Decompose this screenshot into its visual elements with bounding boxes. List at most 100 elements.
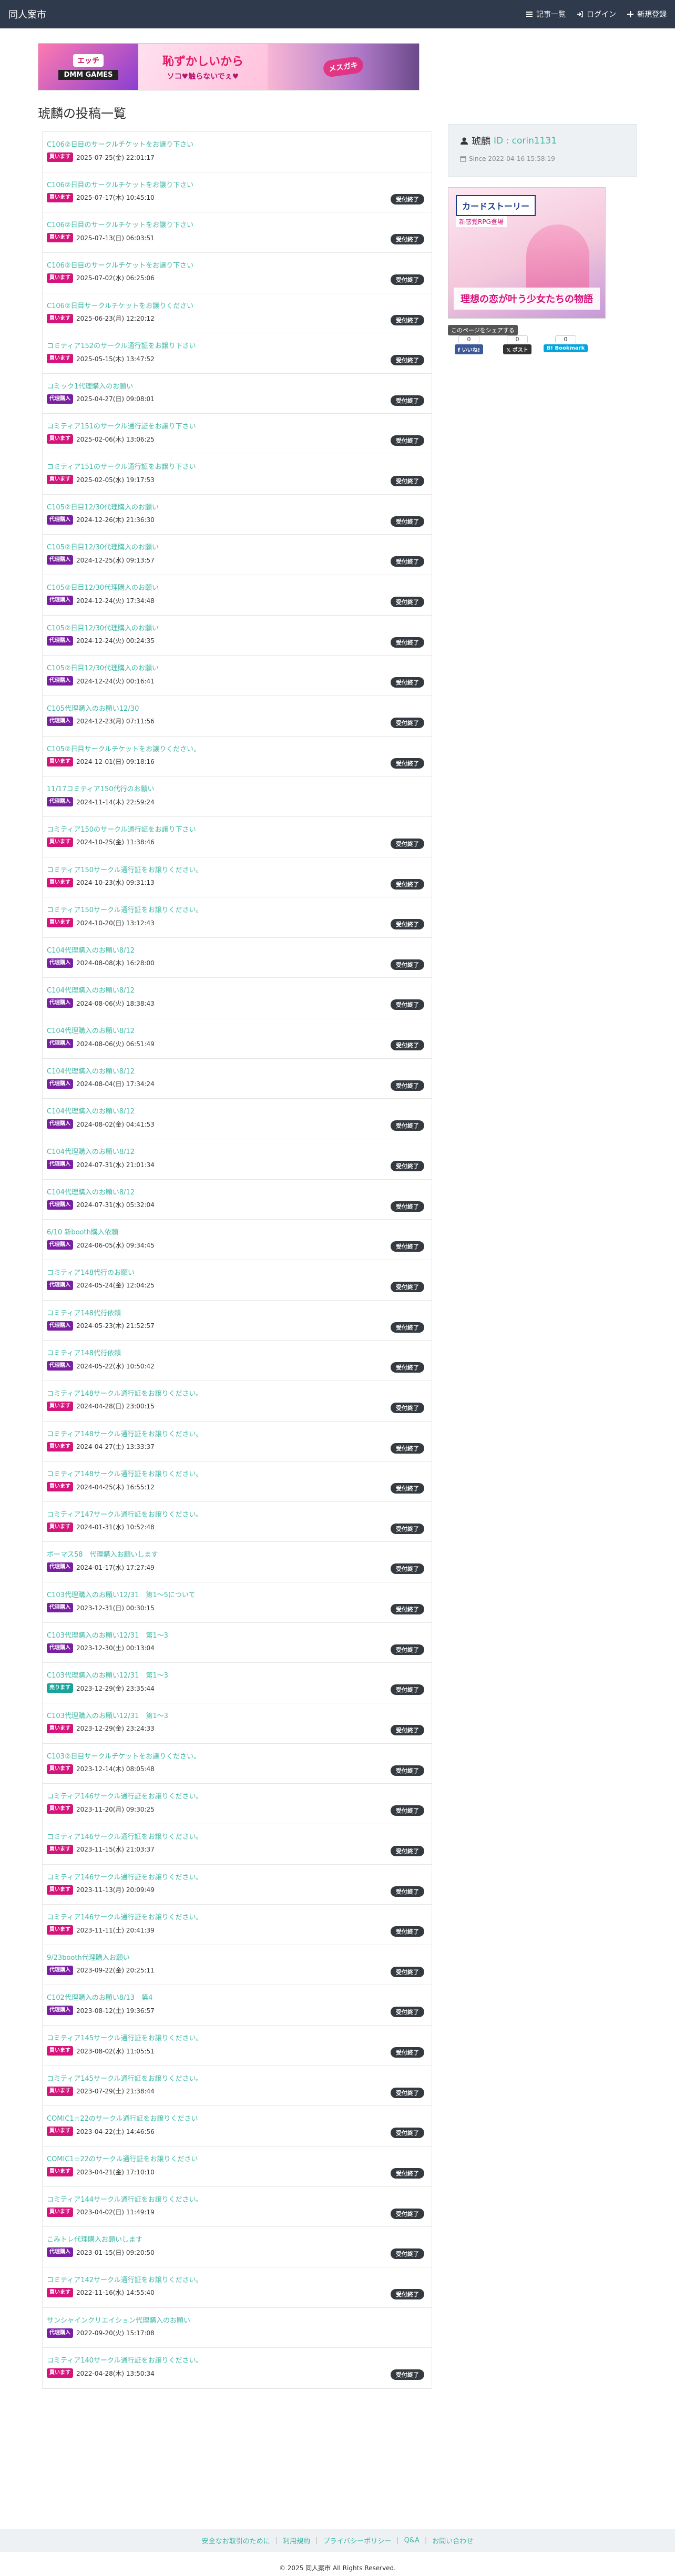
post-title-link[interactable]: コミティア148代行依頼 (47, 1347, 121, 1357)
post-title-link[interactable]: コミック1代理購入のお願い (47, 381, 133, 391)
post-title-link[interactable]: C104代理購入のお願い8/12 (47, 1146, 135, 1156)
post-title-link[interactable]: C104代理購入のお願い8/12 (47, 1066, 135, 1076)
post-title-link[interactable]: C106②日目サークルチケットをお譲りください (47, 300, 193, 310)
post-title-link[interactable]: コミティア150のサークル通行証をお譲り下さい (47, 824, 196, 834)
sidebar-ad[interactable]: カードストーリー 新感覚RPG登場 理想の恋が叶う少女たちの物語 (448, 187, 606, 319)
post-title-link[interactable]: C103代理購入のお願い12/31 第1〜3 (47, 1630, 168, 1640)
post-title-link[interactable]: コミティア152のサークル通行証をお譲り下さい (47, 340, 196, 350)
post-title-link[interactable]: C103代理購入のお願い12/31 第1〜3 (47, 1670, 168, 1680)
post-title-link[interactable]: C103代理購入のお願い12/31 第1〜3 (47, 1710, 168, 1720)
x-post-button[interactable]: 𝕏 ポスト (503, 344, 531, 354)
closed-badge: 受付終了 (391, 1604, 424, 1615)
footer-link[interactable]: お問い合わせ (432, 2536, 473, 2546)
post-title-link[interactable]: こみトレ代理購入お願いします (47, 2234, 142, 2244)
post-title-link[interactable]: C106②日目のサークルチケットをお譲り下さい (47, 179, 193, 189)
footer-link[interactable]: プライバシーポリシー (323, 2536, 392, 2546)
nav-login[interactable]: ログイン (576, 9, 616, 19)
post-date: 2023-12-29(金) 23:24:33 (76, 1725, 155, 1733)
post-date: 2023-07-29(土) 21:38:44 (76, 2088, 155, 2095)
post-title-link[interactable]: コミティア146サークル通行証をお譲りください。 (47, 1911, 203, 1921)
post-type-badge: 代理購入 (47, 1200, 73, 1210)
post-title-link[interactable]: コミティア145サークル通行証をお譲りください。 (47, 2032, 203, 2042)
post-meta: 代理購入 2024-12-24(火) 00:16:41 (47, 676, 155, 686)
post-title-link[interactable]: コミティア148サークル通行証をお譲りください。 (47, 1428, 203, 1438)
post-title-link[interactable]: 11/17コミティア150代行のお願い (47, 783, 155, 793)
post-title-link[interactable]: サンシャインクリエイション代理購入のお願い (47, 2315, 190, 2325)
post-title-link[interactable]: C106②日目のサークルチケットをお譲り下さい (47, 219, 193, 229)
post-title-link[interactable]: C104代理購入のお願い8/12 (47, 945, 135, 955)
post-meta: 代理購入 2024-05-23(木) 21:52:57 (47, 1321, 155, 1331)
footer-link[interactable]: 安全なお取引のために (202, 2536, 270, 2546)
post-type-badge: 買います (47, 2086, 73, 2096)
profile-name: 琥麟 (472, 136, 490, 147)
post-title-link[interactable]: コミティア142サークル通行証をお譲りください。 (47, 2274, 203, 2284)
post-meta: 代理購入 2024-05-22(水) 10:50:42 (47, 1361, 155, 1371)
post-title-link[interactable]: C104代理購入のお願い8/12 (47, 1187, 135, 1197)
post-title-link[interactable]: コミティア148サークル通行証をお譲りください。 (47, 1388, 203, 1398)
post-date: 2024-01-17(水) 17:27:49 (76, 1563, 155, 1571)
post-title-link[interactable]: コミティア146サークル通行証をお譲りください。 (47, 1872, 203, 1882)
post-title-link[interactable]: C103②日目サークルチケットをお譲りください。 (47, 1751, 200, 1761)
post-title-link[interactable]: COMIC1☆22のサークル通行証をお譲りください (47, 2153, 198, 2163)
hatena-bookmark-button[interactable]: B! Bookmark (543, 344, 588, 352)
x-post-label: ポスト (512, 347, 528, 353)
post-title-link[interactable]: コミティア151のサークル通行証をお譲り下さい (47, 461, 196, 471)
post-title-link[interactable]: コミティア150サークル通行証をお譲りください。 (47, 904, 203, 914)
closed-badge: 受付終了 (391, 1563, 424, 1575)
post-title-link[interactable]: C105②日目12/30代理購入のお願い (47, 622, 159, 632)
post-title-link[interactable]: コミティア148サークル通行証をお譲りください。 (47, 1468, 203, 1478)
top-banner-ad[interactable]: エッチ DMM GAMES 恥ずかしいから ソコ♥触らないでぇ♥ メスガキ (38, 43, 420, 90)
post-title-link[interactable]: コミティア148代行依頼 (47, 1307, 121, 1317)
post-title-link[interactable]: C105代理購入のお願い12/30 (47, 703, 139, 713)
nav-register[interactable]: 新規登録 (627, 9, 667, 19)
post-title-link[interactable]: コミティア151のサークル通行証をお譲り下さい (47, 421, 196, 431)
post-title-link[interactable]: C104代理購入のお願い8/12 (47, 985, 135, 995)
post-title-link[interactable]: C105②日目サークルチケットをお譲りください。 (47, 743, 200, 753)
post-title-link[interactable]: C105②日目12/30代理購入のお願い (47, 662, 159, 672)
post-title-link[interactable]: C106②日目のサークルチケットをお譲り下さい (47, 260, 193, 270)
footer-separator: | (275, 2536, 278, 2544)
post-title-link[interactable]: コミティア145サークル通行証をお譲りください。 (47, 2073, 203, 2083)
post-item: コミティア148代行依頼 代理購入 2024-05-23(木) 21:52:57 受付… (43, 1301, 432, 1341)
post-title-link[interactable]: コミティア140サークル通行証をお譲りください。 (47, 2355, 203, 2365)
facebook-like-button[interactable]: f いいね! (454, 344, 484, 354)
footer-link[interactable]: 利用規約 (283, 2536, 310, 2546)
post-meta: 買います 2023-12-14(木) 08:05:48 (47, 1764, 155, 1774)
post-date: 2024-10-20(日) 13:12:43 (76, 919, 155, 927)
site-brand[interactable]: 同人案市 (8, 7, 46, 21)
closed-badge: 受付終了 (391, 2369, 424, 2380)
post-title-link[interactable]: コミティア148代行のお願い (47, 1267, 135, 1277)
post-title-link[interactable]: コミティア146サークル通行証をお譲りください。 (47, 1831, 203, 1841)
post-title-link[interactable]: C103代理購入のお願い12/31 第1〜5について (47, 1589, 196, 1599)
post-title-link[interactable]: C104代理購入のお願い8/12 (47, 1106, 135, 1116)
post-title-link[interactable]: コミティア147サークル通行証をお譲りください。 (47, 1509, 203, 1519)
post-title-link[interactable]: C105②日目12/30代理購入のお願い (47, 541, 159, 551)
post-type-badge: 買います (47, 1442, 73, 1451)
post-meta: 代理購入 2024-12-24(火) 17:34:48 (47, 596, 155, 606)
post-title-link[interactable]: コミティア144サークル通行証をお譲りください。 (47, 2194, 203, 2204)
post-title-link[interactable]: C102代理購入のお願い8/13 第4 (47, 1992, 152, 2002)
profile-since-text: Since 2022-04-16 15:58:19 (469, 155, 555, 162)
post-title-link[interactable]: C105②日目12/30代理購入のお願い (47, 582, 159, 592)
post-date: 2024-07-31(水) 21:01:34 (76, 1161, 155, 1169)
post-title-link[interactable]: COMIC1☆22のサークル通行証をお譲りください (47, 2113, 198, 2123)
closed-badge: 受付終了 (391, 1161, 424, 1172)
post-title-link[interactable]: 6/10 新booth購入依頼 (47, 1226, 118, 1236)
nav-article-list[interactable]: 記事一覧 (526, 9, 566, 19)
post-date: 2024-01-31(水) 10:52:48 (76, 1524, 155, 1531)
post-item: コミティア152のサークル通行証をお譲り下さい 買います 2025-05-15(木)… (43, 333, 432, 374)
post-title-link[interactable]: C105②日目12/30代理購入のお願い (47, 502, 159, 512)
post-title-link[interactable]: C106②日目のサークルチケットをお譲り下さい (47, 139, 193, 149)
post-date: 2023-12-31(日) 00:30:15 (76, 1604, 155, 1612)
post-title-link[interactable]: C104代理購入のお願い8/12 (47, 1025, 135, 1035)
post-title-link[interactable]: ボーマス58 代理購入お願いします (47, 1549, 158, 1559)
post-title-link[interactable]: コミティア150サークル通行証をお譲りください。 (47, 864, 203, 874)
post-title-link[interactable]: 9/23booth代理購入お願い (47, 1952, 130, 1962)
post-item: コミティア150のサークル通行証をお譲り下さい 買います 2024-10-25(金)… (43, 817, 432, 857)
post-meta: 代理購入 2025-04-27(日) 09:08:01 (47, 394, 155, 404)
post-item: コミティア145サークル通行証をお譲りください。 買います 2023-07-29(土… (43, 2066, 432, 2107)
post-type-badge: 買います (47, 192, 73, 202)
hatena-bookmark-label: Bookmark (555, 345, 585, 351)
post-title-link[interactable]: コミティア146サークル通行証をお譲りください。 (47, 1791, 203, 1801)
footer-link[interactable]: Q&A (404, 2537, 420, 2544)
